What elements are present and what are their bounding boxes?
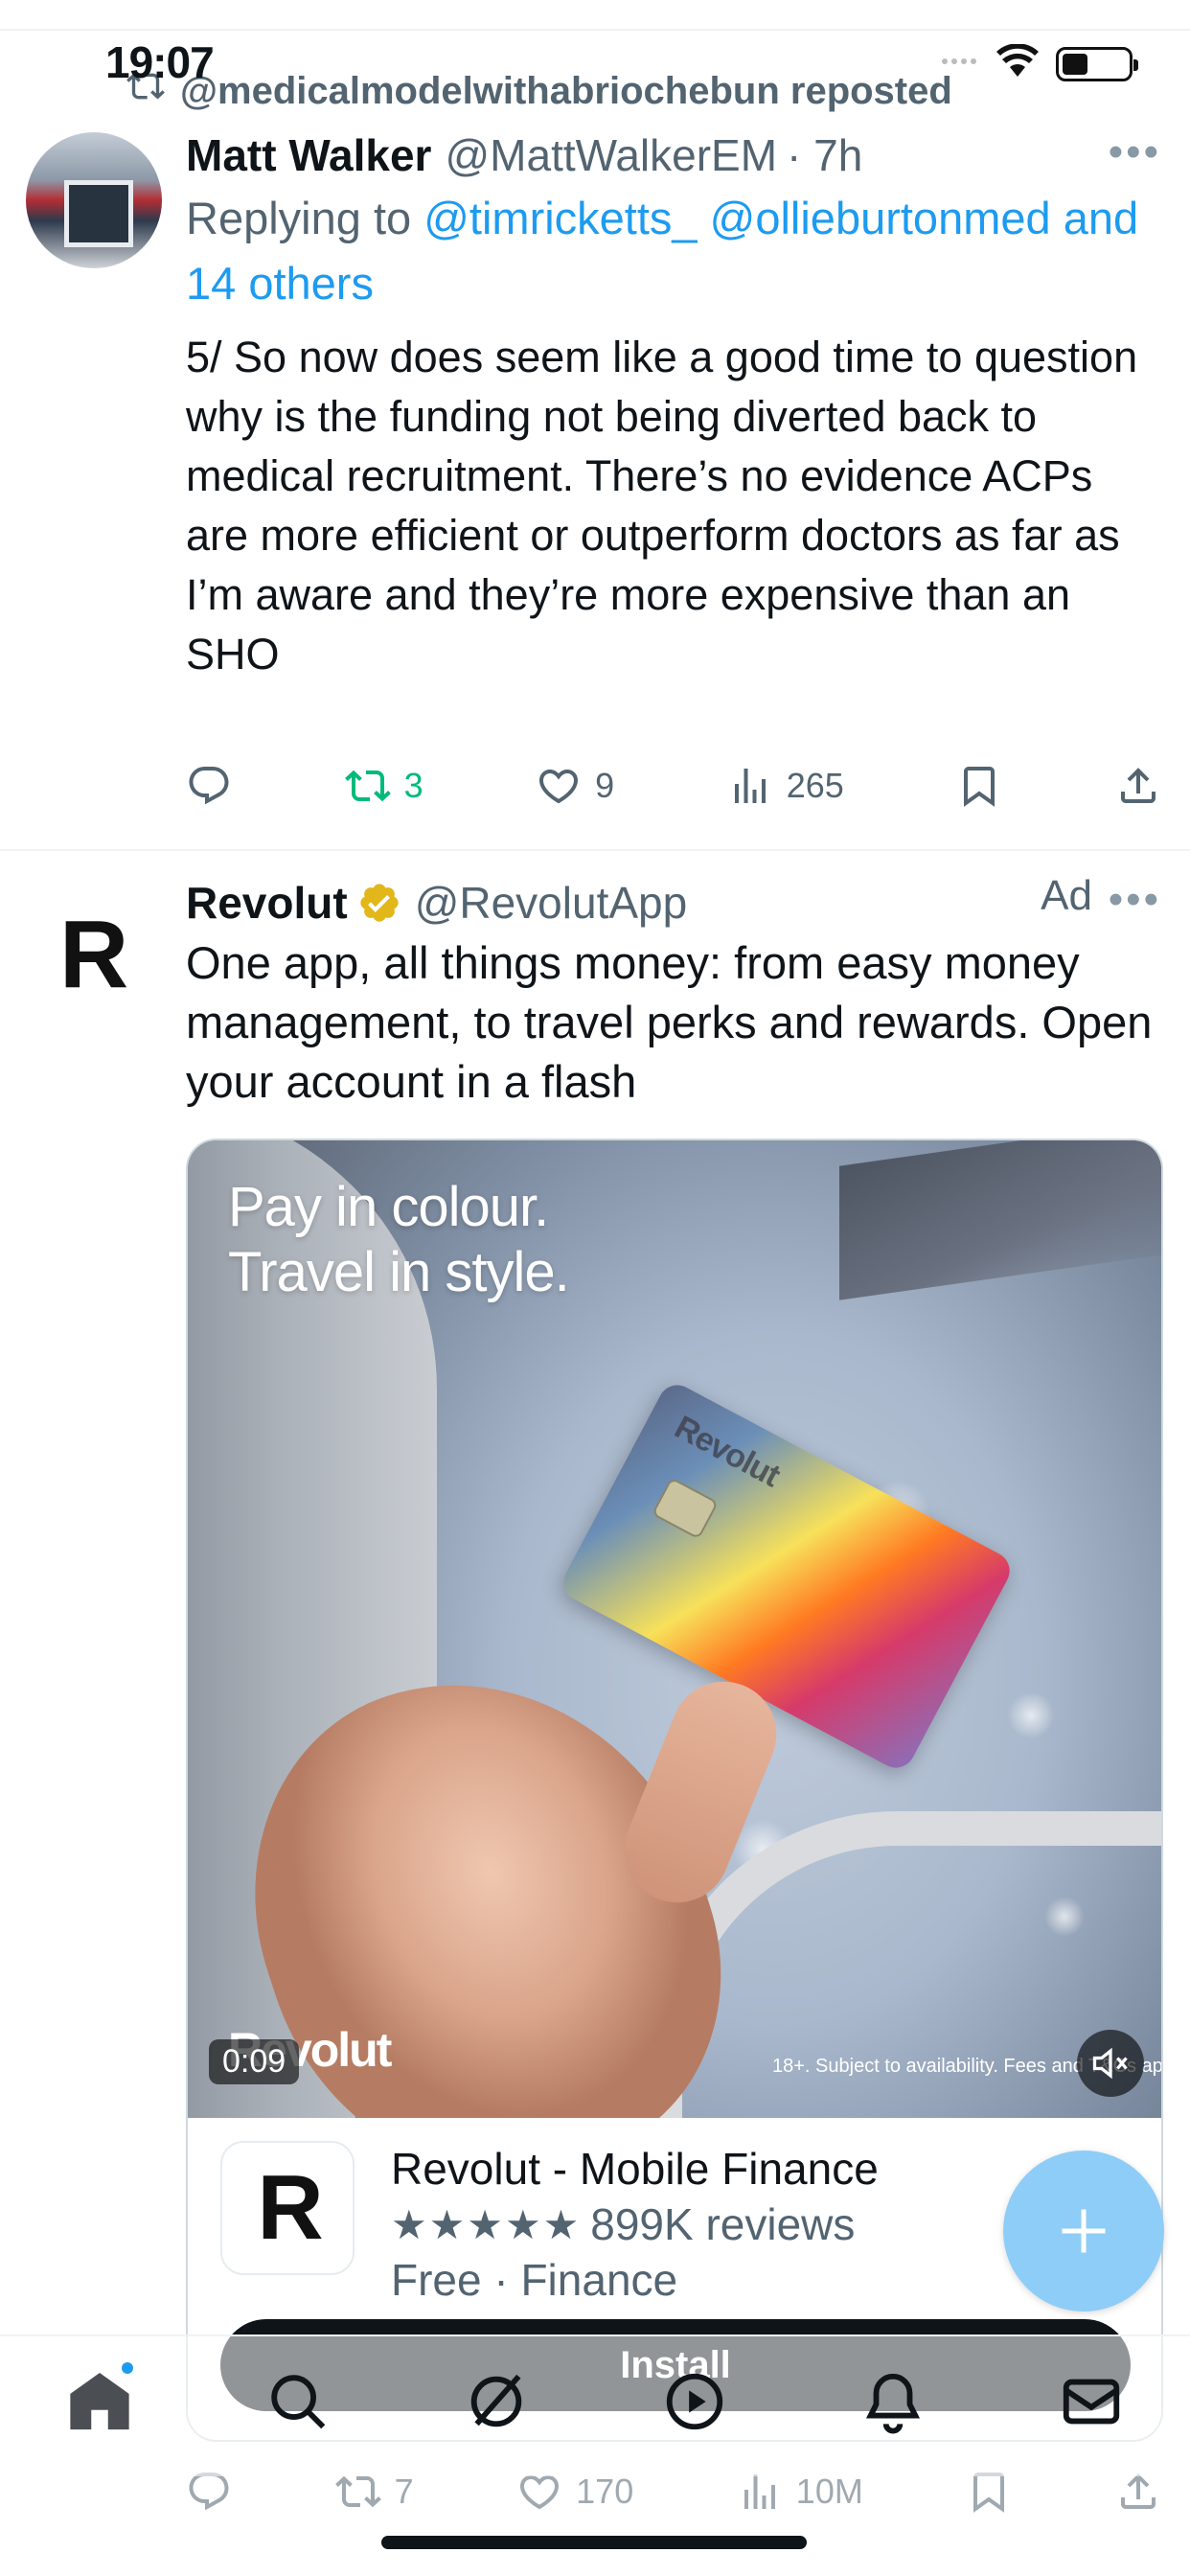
- bookmark-icon: [964, 767, 995, 807]
- mail-icon: [1063, 2379, 1119, 2425]
- repost-count: 3: [403, 766, 423, 805]
- like-icon: [539, 770, 579, 804]
- app-reviews: 899K reviews: [590, 2199, 856, 2249]
- reply-icon: [189, 767, 229, 805]
- video-headline-line: Travel in style.: [228, 1241, 570, 1303]
- like-count: 9: [595, 766, 615, 805]
- tab-grok[interactable]: [458, 2363, 535, 2440]
- more-options-icon[interactable]: •••: [1109, 128, 1161, 176]
- views-icon: [734, 769, 766, 803]
- views-count: 10M: [795, 2472, 863, 2511]
- app-logo-revolut: R: [220, 2141, 355, 2275]
- avatar[interactable]: [26, 132, 162, 268]
- repost-button[interactable]: 3: [344, 763, 423, 809]
- video-headline-line: Pay in colour.: [228, 1176, 549, 1238]
- plus-icon: [1062, 2209, 1106, 2253]
- tweet-text: 5/ So now does seem like a good time to …: [186, 328, 1161, 684]
- like-count: 170: [576, 2472, 634, 2511]
- reply-button[interactable]: [186, 763, 232, 809]
- tab-video[interactable]: [656, 2363, 733, 2440]
- home-indicator: [381, 2536, 807, 2549]
- video-play-icon: [666, 2373, 722, 2430]
- author-handle[interactable]: @MattWalkerEM: [445, 129, 777, 181]
- mention-link[interactable]: @ollieburtonmed: [710, 193, 1051, 243]
- tweet-time: · 7h: [787, 130, 863, 180]
- tab-home[interactable]: [61, 2359, 138, 2440]
- home-icon: [69, 2372, 129, 2430]
- ad-avatar-revolut-logo[interactable]: R: [59, 907, 136, 1002]
- ad-text: One app, all things money: from easy mon…: [186, 937, 1153, 1107]
- author-row: Matt Walker @MattWalkerEM · 7h: [186, 125, 1161, 186]
- ad-label: Ad: [1041, 872, 1092, 919]
- notification-dot: [118, 2359, 136, 2377]
- speaker-muted-icon: [1092, 2047, 1128, 2080]
- battery-icon: [1056, 46, 1138, 81]
- tweet-text-paragraph: 5/ So now does seem like a good time to …: [186, 333, 1138, 560]
- tweet-divider: [0, 849, 1190, 851]
- mention-link[interactable]: @timricketts_: [423, 193, 697, 243]
- star-rating-icon: ★★★★★: [391, 2201, 582, 2247]
- app-meta: Free · Finance: [391, 2255, 678, 2305]
- views-count: 265: [786, 766, 844, 805]
- app-name: Revolut - Mobile Finance: [391, 2144, 879, 2194]
- tweet-text-paragraph: I’m aware and they’re more expensive tha…: [186, 570, 1071, 678]
- search-icon: [270, 2375, 325, 2429]
- share-icon: [1120, 768, 1156, 803]
- ad-video[interactable]: Revolut Pay in colour. Travel in style. …: [188, 1140, 1161, 2118]
- ad-author-handle[interactable]: @RevolutApp: [415, 877, 688, 929]
- tab-notifications[interactable]: [855, 2363, 931, 2440]
- verified-badge-icon: [357, 881, 401, 925]
- ad-author-name[interactable]: Revolut: [186, 877, 348, 929]
- grok-icon: [470, 2374, 521, 2427]
- tab-messages[interactable]: [1053, 2363, 1130, 2440]
- status-icons: [941, 43, 1138, 83]
- card-chip-icon: [651, 1477, 720, 1540]
- wifi-icon: [996, 43, 1039, 83]
- like-button[interactable]: 9: [536, 763, 614, 809]
- reply-prefix: Replying to: [186, 193, 424, 243]
- status-time: 19:07: [105, 37, 215, 87]
- mute-button[interactable]: [1077, 2030, 1144, 2097]
- reply-others-link[interactable]: 14 others: [186, 258, 374, 309]
- cellular-icon: [941, 50, 979, 78]
- bookmark-button[interactable]: [956, 763, 1002, 809]
- ad-tweet-body: Revolut @RevolutApp Ad ••• One app, all …: [186, 872, 1161, 1112]
- tweet-actions: 3 9 265: [186, 757, 1161, 815]
- ad-author-row: Revolut @RevolutApp: [186, 872, 1161, 933]
- reply-and: and: [1050, 193, 1139, 243]
- video-timestamp: 0:09: [209, 2039, 300, 2084]
- views-button[interactable]: 265: [727, 763, 844, 809]
- video-headline: Pay in colour. Travel in style.: [228, 1175, 570, 1305]
- repost-icon: [344, 770, 391, 802]
- author-name[interactable]: Matt Walker: [186, 129, 431, 181]
- status-bar: 19:07: [0, 0, 1190, 105]
- compose-button[interactable]: [1003, 2150, 1164, 2312]
- tab-search[interactable]: [260, 2363, 336, 2440]
- tweet-body: Matt Walker @MattWalkerEM · 7h ••• Reply…: [186, 125, 1161, 684]
- bell-icon: [865, 2373, 920, 2434]
- share-button[interactable]: [1115, 763, 1161, 809]
- wing-image: [839, 1140, 1161, 1300]
- bottom-tab-bar: [0, 2334, 1190, 2476]
- ad-more-options-icon[interactable]: •••: [1109, 876, 1161, 924]
- app-rating: ★★★★★ 899K reviews: [391, 2198, 855, 2250]
- repost-count: 7: [394, 2472, 414, 2511]
- reply-context: Replying to @timricketts_ @ollieburtonme…: [186, 186, 1161, 316]
